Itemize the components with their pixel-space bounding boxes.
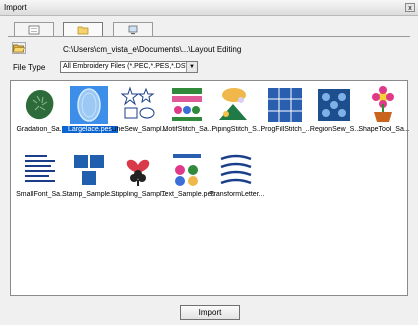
file-item-motifstitch[interactable]: MotifStitch_Sa... [160,86,216,148]
transform-text-thumbnail-icon [220,154,252,185]
chevron-down-icon[interactable]: ▼ [186,62,197,72]
folder-icon [77,26,89,34]
file-item-regionsew[interactable]: RegionSew_S... [307,86,363,148]
text-sample-thumbnail-icon [173,154,201,186]
file-label: Gradation_Sa... [16,126,66,133]
file-type-value: All Embroidery Files (*.PEC,*.PES,*.DST.… [63,63,198,70]
piping-thumbnail-icon [219,88,247,120]
lace-oval-thumbnail-icon [70,86,108,124]
file-label: Stamp_Sample.... [62,191,118,198]
file-label: Largelace.pes [62,126,118,133]
file-type-label: File Type [13,63,46,72]
leaf-thumbnail-icon [25,90,54,120]
flower-pot-thumbnail-icon [372,86,394,122]
heart-clover-thumbnail-icon [126,159,150,186]
file-item-stamp[interactable]: Stamp_Sample.... [62,151,118,213]
tab-divider [8,36,410,37]
open-folder-icon [13,44,25,53]
import-button[interactable]: Import [180,305,240,320]
file-label: MotifStitch_Sa... [162,126,214,133]
file-item-shapetool[interactable]: ShapeTool_Sa... [356,86,412,148]
view-list-icon [28,25,40,34]
file-list[interactable]: Gradation_Sa... Largelace.pes LineSew_Sa… [10,80,410,296]
window-title: Import [4,3,27,12]
tab-folder[interactable] [63,22,103,36]
close-button[interactable]: x [405,3,415,12]
folder-path: C:\Users\cm_vista_e\Documents\...\Layout… [63,45,242,54]
motif-thumbnail-icon [172,88,202,121]
file-label: Stippling_Sampl... [111,191,167,198]
file-item-textsample[interactable]: Text_Sample.pes [160,151,216,213]
monitor-icon [128,25,138,34]
file-item-progfill[interactable]: ProgFillStitch_... [258,86,314,148]
file-label: ShapeTool_Sa... [358,126,410,133]
file-item-linesew[interactable]: LineSew_Sampl... [111,86,167,148]
text-lines-thumbnail-icon [25,155,55,182]
pattern-thumbnail-icon [318,89,350,121]
stars-thumbnail-icon [120,86,155,119]
file-item-largelace[interactable]: Largelace.pes [62,86,118,148]
stamp-thumbnail-icon [74,155,104,185]
tab-list-view[interactable] [14,22,54,36]
file-item-transformletter[interactable]: TransformLetter... [209,151,265,213]
file-label: RegionSew_S... [309,126,361,133]
file-label: TransformLetter... [209,191,265,198]
file-type-select[interactable]: All Embroidery Files (*.PEC,*.PES,*.DST.… [60,61,198,73]
file-item-gradation[interactable]: Gradation_Sa... [13,86,69,148]
file-item-pipingstitch[interactable]: PipingStitch_S... [209,86,265,148]
file-item-smallfont[interactable]: SmallFont_Sa... [13,151,69,213]
file-item-stippling[interactable]: Stippling_Sampl... [111,151,167,213]
tab-computer[interactable] [113,22,153,36]
title-bar: Import x [0,0,418,16]
file-label: ProgFillStitch_... [260,126,312,133]
file-label: Text_Sample.pes [161,191,215,198]
grid-thumbnail-icon [268,88,302,122]
file-label: SmallFont_Sa... [16,191,66,198]
file-label: LineSew_Sampl... [111,126,167,133]
open-folder-button[interactable] [12,42,26,54]
file-label: PipingStitch_S... [211,126,263,133]
